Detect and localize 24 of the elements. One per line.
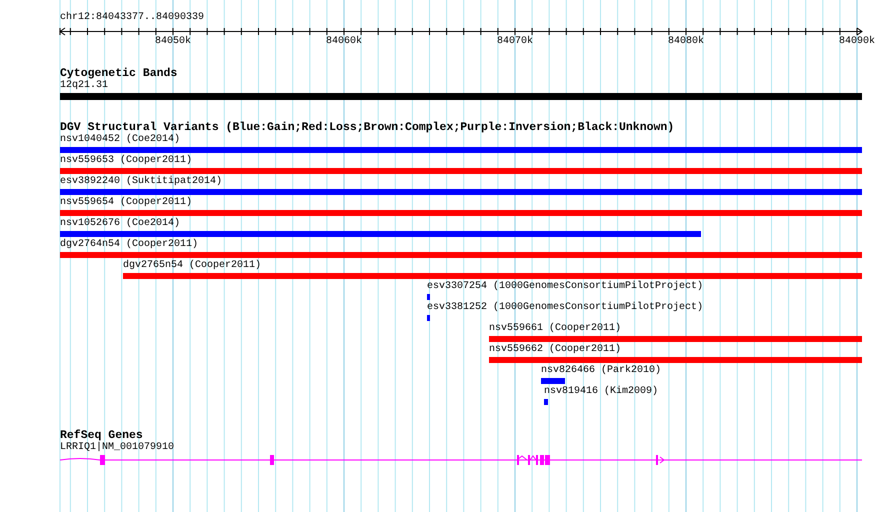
track-title: RefSeq Genes — [60, 429, 143, 442]
variant-label: nsv559661 (Cooper2011) — [489, 323, 622, 335]
variant-label: dgv2765n54 (Cooper2011) — [123, 260, 262, 272]
variant-label: nsv1052676 (Coe2014) — [60, 218, 180, 230]
track-title: DGV Structural Variants (Blue:Gain;Red:Loss;Brown:Complex;Purple:Inversion;Black:Unknown) — [60, 121, 676, 134]
track-title: Cytogenetic Bands — [60, 67, 178, 80]
position-label: chr12:84043377..84090339 — [60, 12, 206, 24]
variant-label: nsv826466 (Park2010) — [541, 365, 662, 377]
tick-label: 84050k — [155, 36, 191, 47]
variant-label: nsv559654 (Cooper2011) — [60, 197, 192, 209]
variant-label: nsv1040452 (Coe2014) — [60, 134, 180, 146]
variant-label: esv3381252 (1000GenomesConsortiumPilotProject) — [427, 302, 704, 314]
tick-label: 84060k — [326, 36, 362, 47]
tick-label: 84090k — [839, 36, 875, 47]
variant-label: esv3307254 (1000GenomesConsortiumPilotProject) — [427, 281, 704, 293]
variant-label: dgv2764n54 (Cooper2011) — [60, 239, 198, 251]
tick-label: 84070k — [497, 36, 533, 47]
gene-label: LRRIQ1|NM_001079910 — [60, 442, 174, 454]
variant-label: nsv559653 (Cooper2011) — [60, 155, 192, 167]
variant-label: nsv819416 (Kim2009) — [544, 386, 658, 398]
band-label: 12q21.31 — [60, 80, 108, 92]
tick-label: 84080k — [668, 36, 704, 47]
variant-label: esv3892240 (Suktitipat2014) — [60, 176, 222, 188]
variant-label: nsv559662 (Cooper2011) — [489, 344, 622, 356]
